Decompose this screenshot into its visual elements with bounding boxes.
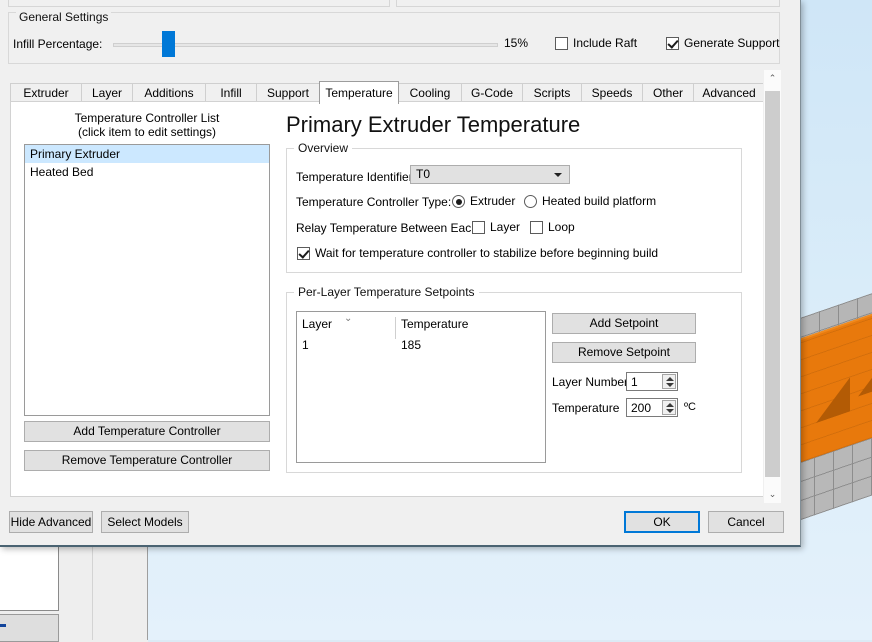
setpoints-column-header[interactable]: Temperature — [401, 317, 468, 331]
scroll-down-arrow-icon[interactable]: ⌄ — [764, 486, 781, 503]
temperature-stepper-buttons[interactable] — [662, 400, 676, 415]
radio-heated-build-platform[interactable] — [524, 195, 537, 208]
relay-layer-label[interactable]: Layer — [490, 220, 520, 234]
radio-heated-build-platform-label[interactable]: Heated build platform — [542, 194, 656, 208]
temperature-value: 200 — [631, 401, 652, 415]
infill-percentage-label: Infill Percentage: — [13, 37, 103, 51]
tab-extruder[interactable]: Extruder — [10, 83, 82, 102]
include-raft-label[interactable]: Include Raft — [573, 36, 637, 50]
background-window-edge — [147, 539, 148, 640]
tab-cooling[interactable]: Cooling — [398, 83, 462, 102]
layer-number-stepper-buttons[interactable] — [662, 374, 676, 389]
clipped-groupbox-left — [8, 0, 390, 7]
stepper-up-icon[interactable] — [666, 377, 674, 381]
tab-scripts[interactable]: Scripts — [522, 83, 582, 102]
temperature-field-label: Temperature — [552, 401, 620, 415]
background-window-divider — [92, 539, 93, 640]
radio-extruder[interactable] — [452, 195, 465, 208]
table-row[interactable]: 1 — [302, 338, 309, 352]
include-raft-checkbox[interactable] — [555, 37, 568, 50]
setpoints-table[interactable]: Layer Temperature 1 185 — [296, 311, 546, 463]
list-item[interactable]: Primary Extruder — [25, 145, 269, 163]
temperature-identifier-value: T0 — [416, 167, 431, 181]
remove-setpoint-button[interactable]: Remove Setpoint — [552, 342, 696, 363]
scroll-up-arrow-icon[interactable]: ⌃ — [764, 70, 781, 87]
stepper-up-icon[interactable] — [666, 403, 674, 407]
cancel-button[interactable]: Cancel — [708, 511, 784, 533]
clipped-groupbox-right — [396, 0, 780, 7]
tab-additions[interactable]: Additions — [132, 83, 206, 102]
settings-vertical-scrollbar[interactable]: ⌃ ⌄ — [763, 70, 781, 503]
relay-layer-checkbox[interactable] — [472, 221, 485, 234]
layer-number-value: 1 — [631, 375, 638, 389]
controller-list-subtitle: (click item to edit settings) — [77, 125, 217, 139]
add-setpoint-button[interactable]: Add Setpoint — [552, 313, 696, 334]
layer-number-label: Layer Number — [552, 375, 629, 389]
relay-loop-label[interactable]: Loop — [548, 220, 575, 234]
list-item[interactable]: Heated Bed — [25, 163, 269, 181]
background-window-button — [0, 614, 59, 642]
tab-other[interactable]: Other — [642, 83, 694, 102]
infill-percentage-value: 15% — [504, 36, 529, 50]
tab-infill[interactable]: Infill — [205, 83, 257, 102]
tab-advanced[interactable]: Advanced — [693, 83, 765, 102]
tab-speeds[interactable]: Speeds — [581, 83, 643, 102]
overview-legend: Overview — [294, 141, 353, 155]
background-window-marker — [0, 624, 6, 627]
temperature-identifier-label: Temperature Identifier — [296, 170, 413, 184]
infill-percentage-slider-thumb[interactable] — [162, 31, 175, 57]
temperature-controller-list[interactable]: Primary Extruder Heated Bed — [24, 144, 270, 416]
background-window-panel — [0, 543, 59, 611]
tab-layer[interactable]: Layer — [81, 83, 133, 102]
hide-advanced-button[interactable]: Hide Advanced — [9, 511, 93, 533]
generate-support-checkbox[interactable] — [666, 37, 679, 50]
relay-temperature-label: Relay Temperature Between Each: — [296, 221, 482, 235]
per-layer-setpoints-legend: Per-Layer Temperature Setpoints — [294, 285, 479, 299]
stepper-down-icon[interactable] — [666, 409, 674, 413]
sort-chevron-icon: ⌄ — [344, 313, 353, 324]
controller-list-title: Temperature Controller List — [74, 111, 220, 125]
layer-number-stepper[interactable]: 1 — [626, 372, 678, 391]
select-models-button[interactable]: Select Models — [101, 511, 189, 533]
tab-temperature[interactable]: Temperature — [319, 81, 399, 104]
celsius-unit-label: ºC — [684, 401, 696, 413]
add-temperature-controller-button[interactable]: Add Temperature Controller — [24, 421, 270, 442]
table-row[interactable]: 185 — [401, 338, 421, 352]
radio-extruder-label[interactable]: Extruder — [470, 194, 515, 208]
tab-g-code[interactable]: G-Code — [461, 83, 523, 102]
setpoints-column-header[interactable]: Layer — [302, 317, 332, 331]
ok-button[interactable]: OK — [624, 511, 700, 533]
wait-for-stabilize-checkbox[interactable] — [297, 247, 310, 260]
general-settings-legend: General Settings — [16, 10, 112, 24]
temperature-identifier-dropdown[interactable]: T0 — [410, 165, 570, 184]
temperature-stepper[interactable]: 200 — [626, 398, 678, 417]
stepper-down-icon[interactable] — [666, 383, 674, 387]
relay-loop-checkbox[interactable] — [530, 221, 543, 234]
general-settings-group — [8, 12, 780, 64]
page-title: Primary Extruder Temperature — [286, 112, 581, 137]
controller-type-label: Temperature Controller Type: — [296, 195, 452, 209]
generate-support-label[interactable]: Generate Support — [684, 36, 779, 50]
settings-tabstrip[interactable]: Extruder Layer Additions Infill Support Tempe… — [10, 81, 765, 104]
remove-temperature-controller-button[interactable]: Remove Temperature Controller — [24, 450, 270, 471]
wait-for-stabilize-label[interactable]: Wait for temperature controller to stabi… — [315, 246, 658, 260]
scrollbar-thumb[interactable] — [765, 91, 780, 477]
setpoints-column-divider — [395, 317, 396, 339]
settings-dialog[interactable]: General Settings Infill Percentage: 15% … — [0, 0, 801, 547]
tab-support[interactable]: Support — [256, 83, 320, 102]
chevron-down-icon — [554, 173, 562, 177]
